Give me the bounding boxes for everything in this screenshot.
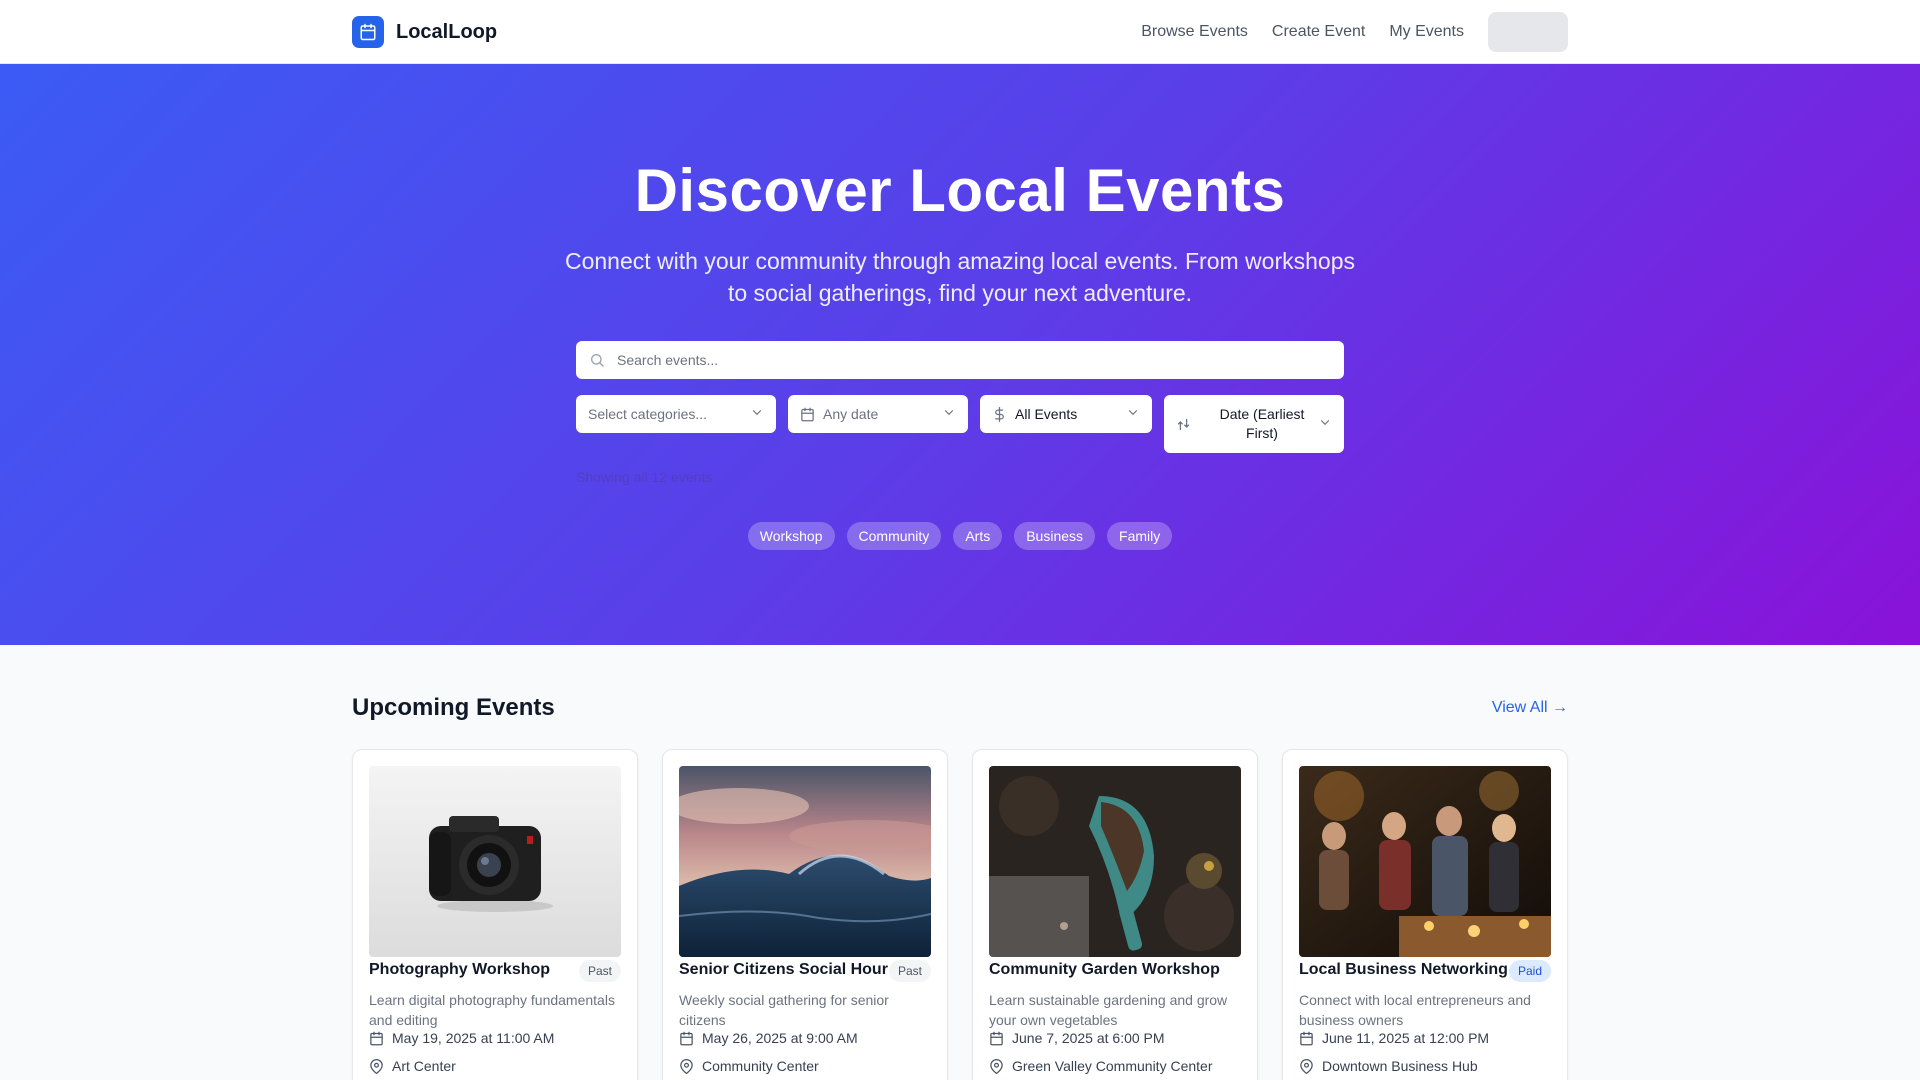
event-card[interactable]: Community Garden Workshop Learn sustaina… [972,749,1258,1080]
nav-my-events[interactable]: My Events [1389,23,1464,41]
map-pin-icon [679,1058,694,1074]
section-title: Upcoming Events [352,694,555,721]
auth-button-placeholder[interactable] [1488,12,1568,52]
networking-event-photo [1299,766,1551,957]
event-location: Art Center [369,1058,456,1074]
nav-create-event[interactable]: Create Event [1272,23,1365,41]
chevron-down-icon [1318,416,1332,433]
event-location: Community Center [679,1058,819,1074]
date-select[interactable]: Any date [788,395,968,433]
map-pin-icon [1299,1058,1314,1074]
price-badge: Paid [1508,960,1551,982]
event-description: Learn sustainable gardening and grow you… [989,992,1228,1028]
event-description: Weekly social gathering for senior citiz… [679,992,889,1028]
event-date-text: May 26, 2025 at 9:00 AM [702,1030,858,1046]
calendar-logo-icon [352,16,384,48]
event-location-text: Downtown Business Hub [1322,1058,1478,1074]
dollar-icon [992,406,1007,422]
brand[interactable]: LocalLoop [352,16,497,48]
event-description: Connect with local entrepreneurs and bus… [1299,992,1531,1028]
event-date: May 26, 2025 at 9:00 AM [679,1030,858,1046]
event-location-text: Community Center [702,1058,819,1074]
event-title: Photography Workshop [369,961,551,978]
search-icon [589,352,605,368]
chevron-down-icon [750,406,764,423]
hero-section: Discover Local Events Connect with your … [0,64,1920,645]
event-date: May 19, 2025 at 11:00 AM [369,1030,554,1046]
hero-subtitle: Connect with your community through amaz… [564,248,1355,306]
chip-business[interactable]: Business [1014,522,1096,550]
calendar-icon [679,1031,694,1046]
map-pin-icon [369,1058,384,1074]
price-select[interactable]: All Events [980,395,1152,433]
ocean-wave-photo [679,766,931,957]
sort-arrows-icon [1176,417,1191,432]
category-select-label: Select categories... [588,406,708,422]
event-date: June 11, 2025 at 12:00 PM [1299,1030,1489,1046]
chevron-down-icon [1126,406,1140,423]
event-location: Downtown Business Hub [1299,1058,1478,1074]
search-input[interactable] [617,352,1317,368]
event-title: Community Garden Workshop [989,961,1220,978]
search-bar[interactable] [576,341,1344,379]
event-date-text: May 19, 2025 at 11:00 AM [392,1030,555,1046]
date-select-label: Any date [823,406,879,422]
main-nav: Browse Events Create Event My Events [1141,12,1568,52]
chip-workshop[interactable]: Workshop [747,522,835,550]
chip-family[interactable]: Family [1107,522,1173,550]
results-count: Showing all 12 events [576,469,713,485]
category-chips: Workshop Community Arts Business Family [0,522,1920,550]
brand-name: LocalLoop [396,20,498,43]
event-card[interactable]: Photography Workshop Past Learn digital … [352,749,638,1080]
event-title: Senior Citizens Social Hour [679,961,888,978]
event-location: Green Valley Community Center [989,1058,1212,1074]
chevron-down-icon [942,406,956,423]
hero-title: Discover Local Events [634,157,1286,224]
calendar-icon [989,1031,1004,1046]
event-date-text: June 7, 2025 at 6:00 PM [1012,1030,1165,1046]
map-pin-icon [989,1058,1004,1074]
top-navbar: LocalLoop Browse Events Create Event My … [0,0,1920,64]
garden-trowel-photo [989,766,1241,957]
view-all-link[interactable]: View All → [1492,699,1568,717]
camera-photo [369,766,621,957]
status-badge: Past [578,960,621,982]
event-location-text: Art Center [392,1058,456,1074]
event-card[interactable]: Senior Citizens Social Hour Past Weekly … [662,749,948,1080]
event-date-text: June 11, 2025 at 12:00 PM [1322,1030,1490,1046]
calendar-icon [800,407,815,422]
event-title: Local Business Networking [1299,961,1508,978]
sort-select-label: Date (Earliest First) [1219,406,1305,441]
event-description: Learn digital photography fundamentals a… [369,992,615,1028]
category-select[interactable]: Select categories... [576,395,776,433]
event-card[interactable]: Local Business Networking Paid Connect w… [1282,749,1568,1080]
calendar-icon [369,1031,384,1046]
status-badge: Past [888,960,931,982]
sort-select[interactable]: Date (Earliest First) [1164,395,1344,453]
event-date: June 7, 2025 at 6:00 PM [989,1030,1165,1046]
price-select-label: All Events [1015,406,1078,422]
nav-browse-events[interactable]: Browse Events [1141,23,1248,41]
chip-community[interactable]: Community [846,522,942,550]
calendar-icon [1299,1031,1314,1046]
chip-arts[interactable]: Arts [953,522,1003,550]
event-location-text: Green Valley Community Center [1012,1058,1213,1074]
